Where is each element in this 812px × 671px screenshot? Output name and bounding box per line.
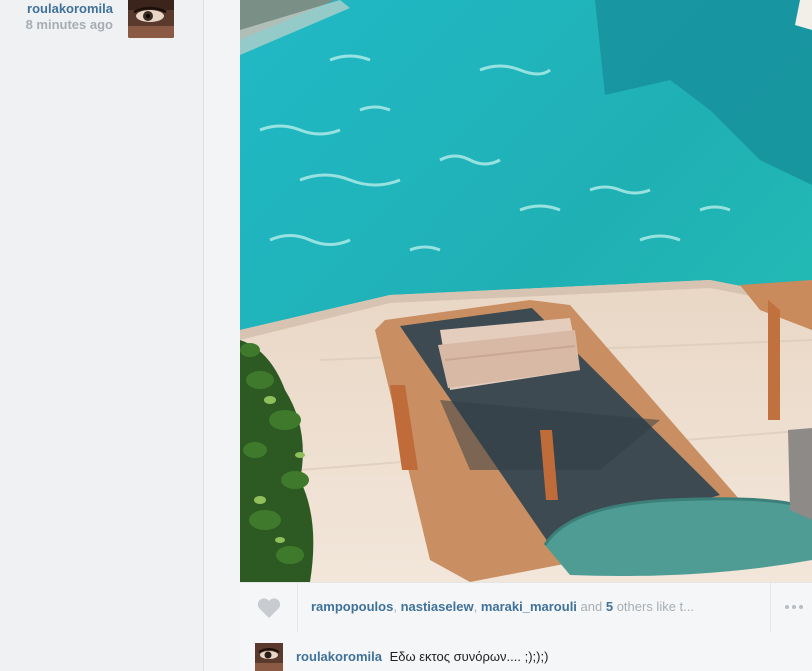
author-username-link[interactable]: roulakoromila <box>26 0 113 17</box>
likes-separator: , <box>393 599 401 614</box>
caption-row: roulakoromila Εδω εκτος συνόρων.... ;);)… <box>240 632 812 671</box>
avatar-eye-image <box>255 643 283 671</box>
pool-photo-image <box>240 0 812 582</box>
others-count[interactable]: 5 <box>606 599 613 614</box>
more-options-dot <box>792 605 796 609</box>
caption-author-link[interactable]: roulakoromila <box>296 649 382 664</box>
post-photo[interactable] <box>240 0 812 582</box>
post-timestamp[interactable]: 8 minutes ago <box>26 17 113 33</box>
more-options-icon <box>785 605 789 609</box>
liker-username-link[interactable]: rampopoulos <box>311 599 393 614</box>
others-suffix: others like t... <box>613 599 694 614</box>
post-author-meta: roulakoromila 8 minutes ago <box>26 0 113 33</box>
more-options-dot <box>799 605 803 609</box>
avatar-eye-image <box>128 0 174 38</box>
likes-and-text: and <box>576 599 606 614</box>
caption-body: Εδω εκτος συνόρων.... ;););) <box>389 649 549 664</box>
likes-separator: , <box>473 599 481 614</box>
likes-summary: rampopoulos, nastiaselew, maraki_marouli… <box>311 599 771 614</box>
caption-text: roulakoromila Εδω εκτος συνόρων.... ;);)… <box>296 649 548 664</box>
author-avatar[interactable] <box>128 0 174 38</box>
likes-bar: rampopoulos, nastiaselew, maraki_marouli… <box>240 582 812 633</box>
more-options-button[interactable] <box>770 583 812 632</box>
caption-author-avatar[interactable] <box>255 643 283 671</box>
post-author-column: roulakoromila 8 minutes ago <box>0 0 204 671</box>
like-button[interactable] <box>240 583 298 632</box>
liker-username-link[interactable]: maraki_marouli <box>481 599 577 614</box>
heart-icon <box>257 598 281 618</box>
content-gutter <box>204 0 240 671</box>
liker-username-link[interactable]: nastiaselew <box>401 599 474 614</box>
